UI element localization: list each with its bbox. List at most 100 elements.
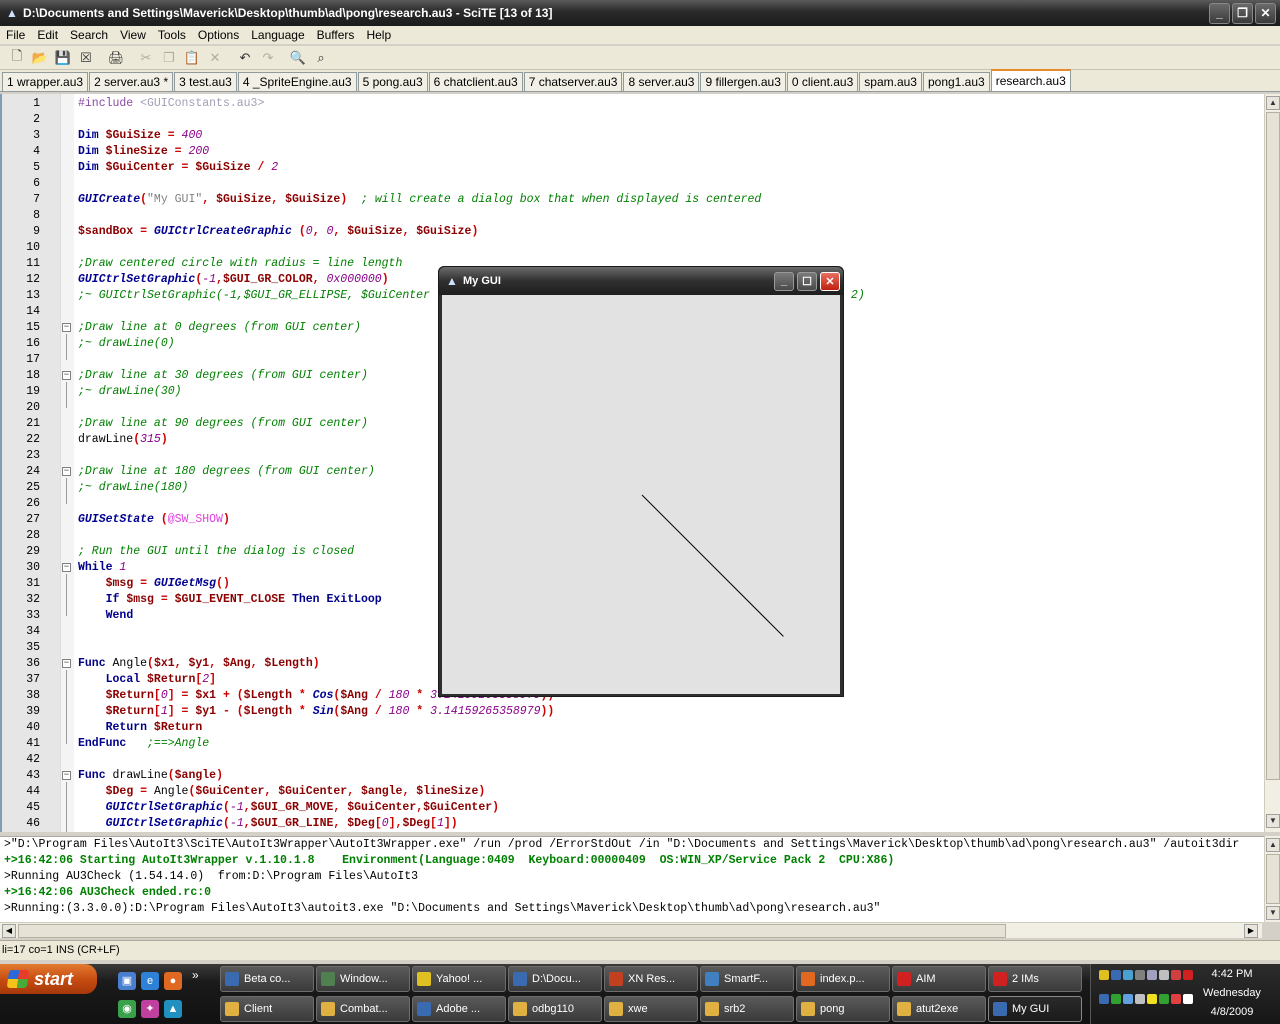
paste-icon[interactable]: 📋 bbox=[181, 47, 203, 69]
tray-icon[interactable] bbox=[1159, 970, 1169, 980]
menu-file[interactable]: File bbox=[0, 28, 31, 42]
output-scroll-down-icon[interactable]: ▼ bbox=[1266, 906, 1280, 920]
menu-edit[interactable]: Edit bbox=[31, 28, 64, 42]
tray-icon[interactable] bbox=[1183, 970, 1193, 980]
gui-close-button[interactable]: ✕ bbox=[820, 271, 840, 291]
output-pane[interactable]: >"D:\Program Files\AutoIt3\SciTE\AutoIt3… bbox=[0, 836, 1264, 922]
menu-search[interactable]: Search bbox=[64, 28, 114, 42]
tab-3[interactable]: 4 _SpriteEngine.au3 bbox=[237, 72, 357, 91]
undo-icon[interactable]: ↶ bbox=[234, 47, 256, 69]
editor-vertical-scrollbar[interactable]: ▲ ▼ bbox=[1264, 94, 1280, 832]
tray-icon[interactable] bbox=[1135, 994, 1145, 1004]
delete-icon[interactable]: ✕ bbox=[204, 47, 226, 69]
tray-icon[interactable] bbox=[1147, 994, 1157, 1004]
fold-toggle-icon[interactable]: − bbox=[62, 371, 71, 380]
replace-icon[interactable]: ⌕ bbox=[310, 47, 332, 69]
menu-language[interactable]: Language bbox=[245, 28, 310, 42]
maximize-button[interactable]: ❐ bbox=[1232, 2, 1253, 24]
tray-icon[interactable] bbox=[1171, 994, 1181, 1004]
tab-8[interactable]: 9 fillergen.au3 bbox=[700, 72, 786, 91]
taskbar-button[interactable]: Beta co... bbox=[220, 966, 314, 992]
firefox-icon[interactable]: ● bbox=[164, 972, 182, 990]
taskbar-button[interactable]: D:\Docu... bbox=[508, 966, 602, 992]
h-scroll-thumb[interactable] bbox=[18, 924, 1006, 938]
output-scroll-up-icon[interactable]: ▲ bbox=[1266, 838, 1280, 852]
taskbar-button[interactable]: atut2exe bbox=[892, 996, 986, 1022]
redo-icon[interactable]: ↷ bbox=[257, 47, 279, 69]
taskbar-button[interactable]: odbg110 bbox=[508, 996, 602, 1022]
fold-toggle-icon[interactable]: − bbox=[62, 323, 71, 332]
chrome-icon[interactable]: ◉ bbox=[118, 1000, 136, 1018]
tray-icon[interactable] bbox=[1099, 970, 1109, 980]
output-vertical-scrollbar[interactable]: ▲ ▼ bbox=[1264, 836, 1280, 922]
scroll-down-arrow-icon[interactable]: ▼ bbox=[1266, 814, 1280, 828]
tray-icon[interactable] bbox=[1111, 970, 1121, 980]
scroll-left-arrow-icon[interactable]: ◀ bbox=[2, 924, 16, 938]
tab-5[interactable]: 6 chatclient.au3 bbox=[428, 72, 523, 91]
close-button[interactable]: ✕ bbox=[1255, 2, 1276, 24]
taskbar-button[interactable]: SmartF... bbox=[700, 966, 794, 992]
app-icon[interactable]: ✦ bbox=[141, 1000, 159, 1018]
app2-icon[interactable]: ▲ bbox=[164, 1000, 182, 1018]
taskbar-button[interactable]: Combat... bbox=[316, 996, 410, 1022]
tray-icon[interactable] bbox=[1171, 970, 1181, 980]
taskbar-button[interactable]: xwe bbox=[604, 996, 698, 1022]
tray-icon[interactable] bbox=[1183, 994, 1193, 1004]
find-icon[interactable]: 🔍 bbox=[287, 47, 309, 69]
cut-icon[interactable]: ✂ bbox=[135, 47, 157, 69]
fold-toggle-icon[interactable]: − bbox=[62, 771, 71, 780]
tab-1[interactable]: 2 server.au3 * bbox=[89, 72, 174, 91]
tray-icon[interactable] bbox=[1111, 994, 1121, 1004]
copy-icon[interactable]: ❐ bbox=[158, 47, 180, 69]
fold-toggle-icon[interactable]: − bbox=[62, 659, 71, 668]
tray-icon[interactable] bbox=[1123, 970, 1133, 980]
taskbar-button[interactable]: Adobe ... bbox=[412, 996, 506, 1022]
menu-options[interactable]: Options bbox=[192, 28, 245, 42]
tab-2[interactable]: 3 test.au3 bbox=[174, 72, 237, 91]
output-scroll-thumb[interactable] bbox=[1266, 854, 1280, 904]
menu-help[interactable]: Help bbox=[360, 28, 397, 42]
open-file-icon[interactable]: 📂 bbox=[29, 47, 51, 69]
new-file-icon[interactable]: 🗋 bbox=[6, 47, 28, 69]
fold-toggle-icon[interactable]: − bbox=[62, 467, 71, 476]
taskbar-button[interactable]: XN Res... bbox=[604, 966, 698, 992]
minimize-button[interactable]: _ bbox=[1209, 2, 1230, 24]
taskbar-button[interactable]: srb2 bbox=[700, 996, 794, 1022]
scroll-up-arrow-icon[interactable]: ▲ bbox=[1266, 96, 1280, 110]
output-horizontal-scrollbar[interactable]: ◀ ▶ bbox=[0, 922, 1262, 938]
menu-buffers[interactable]: Buffers bbox=[311, 28, 361, 42]
quicklaunch-more-icon[interactable]: » bbox=[192, 968, 199, 982]
taskbar-button[interactable]: Yahoo! ... bbox=[412, 966, 506, 992]
gui-maximize-button[interactable]: ☐ bbox=[797, 271, 817, 291]
tray-icon[interactable] bbox=[1159, 994, 1169, 1004]
taskbar-button[interactable]: 2 IMs bbox=[988, 966, 1082, 992]
tray-icon[interactable] bbox=[1147, 970, 1157, 980]
menu-tools[interactable]: Tools bbox=[152, 28, 192, 42]
tab-11[interactable]: pong1.au3 bbox=[922, 72, 990, 91]
tab-7[interactable]: 8 server.au3 bbox=[623, 72, 700, 91]
save-icon[interactable]: 💾 bbox=[52, 47, 74, 69]
tab-10[interactable]: spam.au3 bbox=[859, 72, 922, 91]
tab-6[interactable]: 7 chatserver.au3 bbox=[523, 72, 623, 91]
taskbar-button[interactable]: Client bbox=[220, 996, 314, 1022]
taskbar-button[interactable]: AIM bbox=[892, 966, 986, 992]
fold-toggle-icon[interactable]: − bbox=[62, 563, 71, 572]
tab-12[interactable]: research.au3 bbox=[990, 69, 1071, 91]
start-button[interactable]: start bbox=[0, 964, 97, 994]
scroll-thumb[interactable] bbox=[1266, 112, 1280, 780]
desktop-icon[interactable]: ▣ bbox=[118, 972, 136, 990]
gui-minimize-button[interactable]: _ bbox=[774, 271, 794, 291]
tray-icon[interactable] bbox=[1123, 994, 1133, 1004]
taskbar-button[interactable]: pong bbox=[796, 996, 890, 1022]
tray-icon[interactable] bbox=[1099, 994, 1109, 1004]
taskbar-button[interactable]: My GUI bbox=[988, 996, 1082, 1022]
my-gui-window[interactable]: ▲ My GUI _ ☐ ✕ bbox=[438, 266, 844, 697]
taskbar-button[interactable]: index.p... bbox=[796, 966, 890, 992]
taskbar-button[interactable]: Window... bbox=[316, 966, 410, 992]
menu-view[interactable]: View bbox=[114, 28, 152, 42]
tab-4[interactable]: 5 pong.au3 bbox=[357, 72, 428, 91]
clock-time[interactable]: 4:42 PM bbox=[1192, 968, 1272, 980]
tray-icon[interactable] bbox=[1135, 970, 1145, 980]
print-icon[interactable]: 🖨 bbox=[105, 47, 127, 69]
tab-9[interactable]: 0 client.au3 bbox=[786, 72, 859, 91]
